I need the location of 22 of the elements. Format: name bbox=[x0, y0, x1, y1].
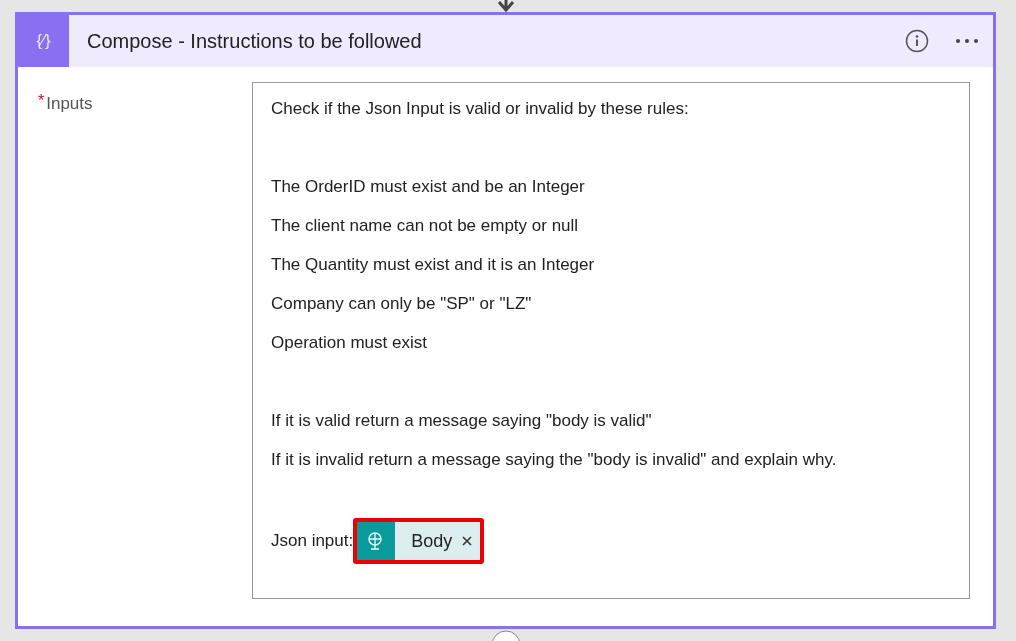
inputs-field[interactable] bbox=[252, 82, 970, 599]
arrow-down-icon bbox=[496, 0, 516, 12]
text-line: If it is valid return a message saying "body is valid" bbox=[271, 410, 653, 432]
token-label: Body bbox=[411, 529, 453, 553]
text-line: Operation must exist bbox=[271, 332, 428, 354]
inputs-label: Inputs bbox=[46, 93, 93, 115]
text-line: If it is invalid return a message saying the "body is invalid" and explain why. bbox=[271, 449, 838, 471]
more-options-icon[interactable] bbox=[955, 38, 979, 44]
globe-icon bbox=[357, 522, 396, 560]
text-line: Company can only be "SP" or "LZ" bbox=[271, 293, 533, 315]
required-asterisk: * bbox=[38, 91, 45, 111]
text-line: The OrderID must exist and be an Integer bbox=[271, 176, 586, 198]
card-header[interactable]: {∕} Compose - Instructions to be followed bbox=[18, 15, 993, 67]
info-icon[interactable] bbox=[905, 29, 929, 53]
compose-icon: {∕} bbox=[18, 15, 69, 67]
text-line: Check if the Json Input is valid or invalid by these rules: bbox=[271, 98, 690, 120]
text-line: The client name can not be empty or null bbox=[271, 215, 580, 237]
remove-icon[interactable] bbox=[462, 536, 473, 546]
body-token[interactable]: Body bbox=[353, 518, 485, 564]
card-title: Compose - Instructions to be followed bbox=[87, 29, 422, 54]
text-line: Json input: bbox=[271, 530, 354, 553]
text-line: The Quantity must exist and it is an Integer bbox=[271, 254, 596, 276]
